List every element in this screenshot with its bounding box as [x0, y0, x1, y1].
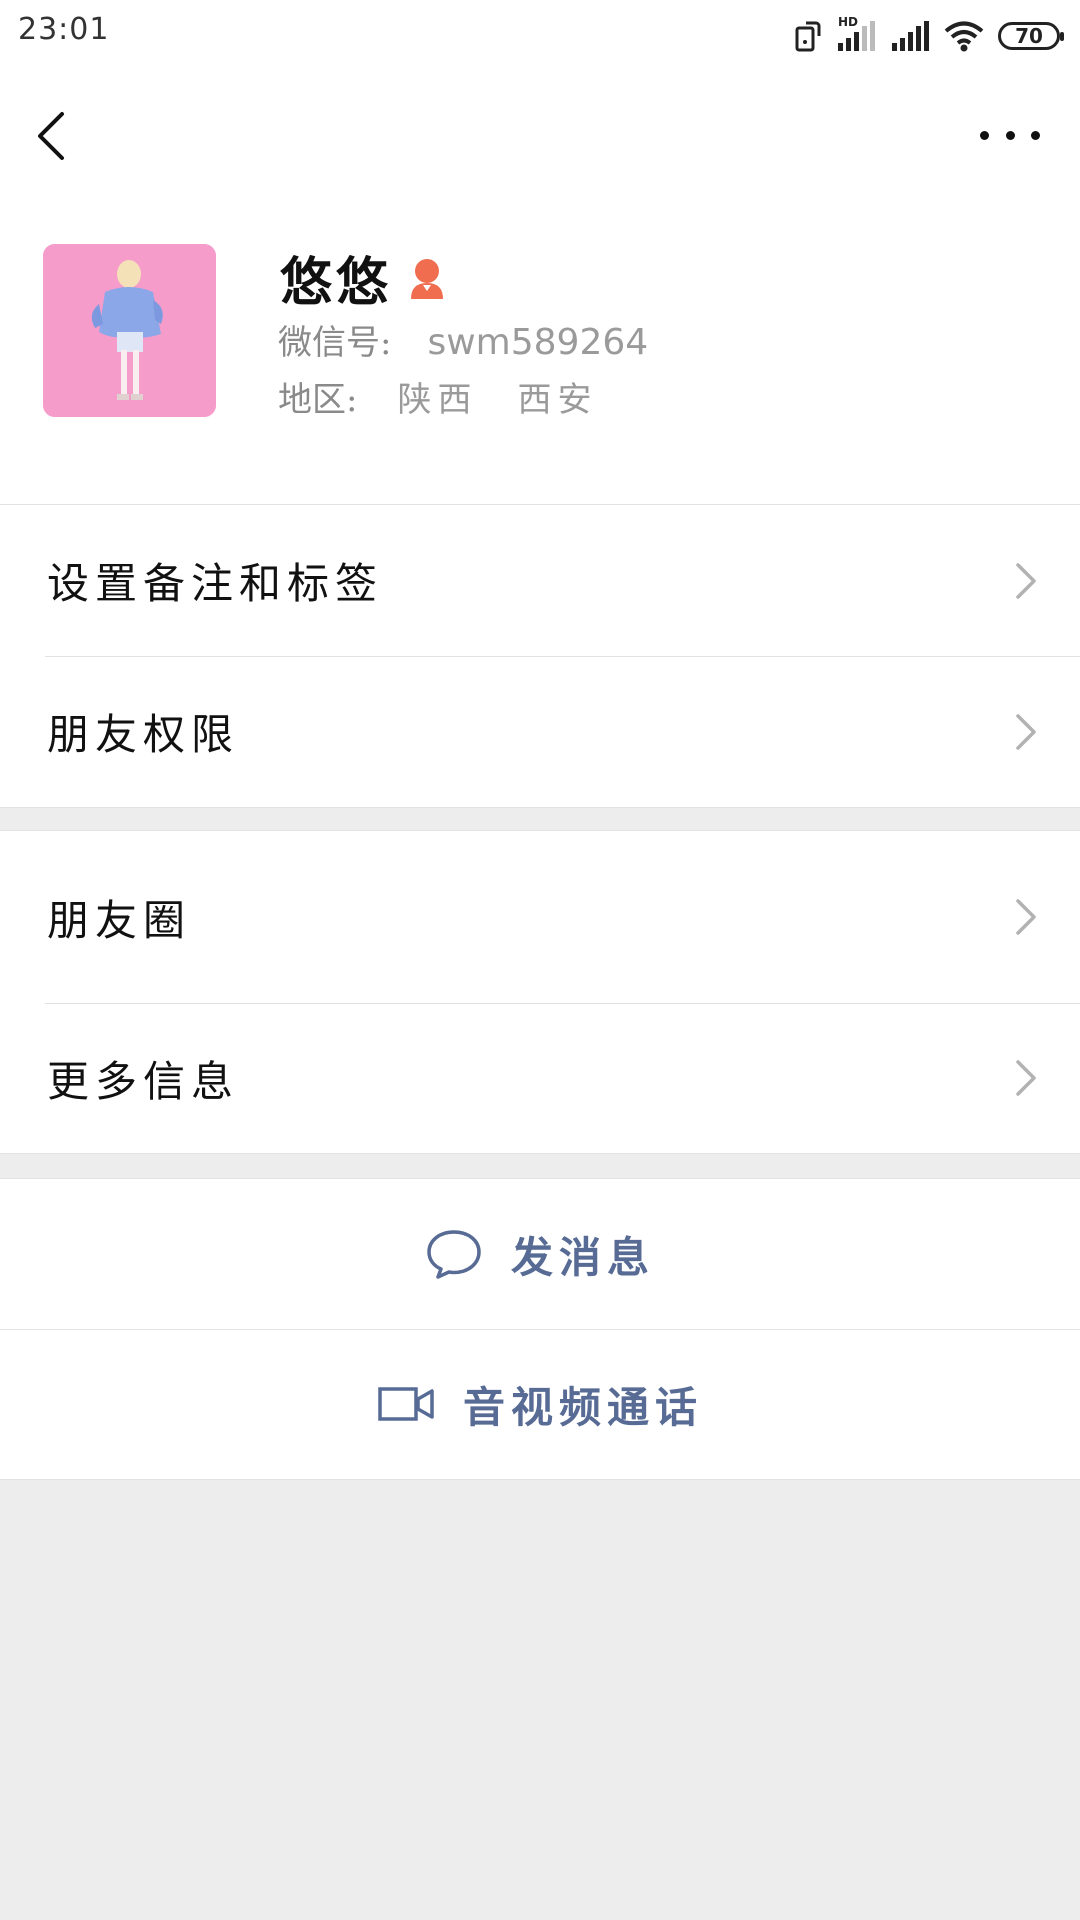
female-icon	[411, 259, 444, 299]
video-camera-icon	[378, 1387, 434, 1421]
status-bar: 23:01 HD 70	[0, 0, 1080, 70]
video-call-label: 音视频通话	[462, 1382, 703, 1432]
set-remark-and-tags-row[interactable]: 设置备注和标签	[0, 505, 1080, 656]
more-info-row[interactable]: 更多信息	[0, 1003, 1080, 1153]
info-group: 朋友圈 更多信息	[0, 830, 1080, 1154]
moments-row[interactable]: 朋友圈	[0, 831, 1080, 1003]
send-message-label: 发消息	[510, 1232, 655, 1282]
settings-group: 设置备注和标签 朋友权限	[0, 504, 1080, 808]
wechat-id-label: 微信号:	[278, 323, 392, 363]
avatar-illustration	[43, 244, 216, 417]
region-city: 西安	[517, 380, 598, 420]
profile-header: 悠悠 微信号: swm589264 地区: 陕西 西安	[0, 70, 1080, 504]
chevron-right-icon	[1016, 713, 1036, 750]
chat-bubble-icon	[427, 1230, 481, 1279]
avatar[interactable]	[43, 244, 216, 417]
send-message-button[interactable]: 发消息	[0, 1179, 1080, 1329]
profile-name: 悠悠	[280, 251, 393, 313]
status-icons: HD 70	[794, 15, 1064, 56]
row-label: 更多信息	[47, 1056, 240, 1106]
friend-permissions-row[interactable]: 朋友权限	[0, 656, 1080, 807]
region-line: 地区: 陕西 西安	[278, 372, 597, 421]
network-badge: HD	[838, 15, 859, 29]
chevron-right-icon	[1016, 899, 1036, 935]
profile-name-row: 悠悠	[280, 242, 446, 313]
region-label: 地区:	[278, 380, 358, 420]
more-dot	[1005, 130, 1015, 140]
chevron-right-icon	[1016, 1060, 1036, 1096]
actions-group: 发消息 音视频通话	[0, 1178, 1080, 1480]
row-label: 朋友权限	[47, 710, 240, 759]
back-button[interactable]	[32, 108, 72, 164]
status-time: 23:01	[18, 12, 110, 47]
wechat-id-value: swm589264	[427, 322, 649, 363]
wifi-icon	[944, 21, 984, 52]
signal-icon	[892, 21, 929, 51]
screen-rotate-icon	[795, 21, 821, 52]
more-dot	[980, 130, 989, 140]
chevron-right-icon	[1016, 562, 1036, 599]
more-button[interactable]	[980, 120, 1040, 150]
chevron-left-icon	[38, 112, 64, 160]
wechat-id-line: 微信号: swm589264	[278, 315, 648, 364]
row-label: 朋友圈	[47, 895, 192, 945]
row-label: 设置备注和标签	[47, 559, 384, 608]
region-province: 陕西	[397, 380, 478, 420]
video-call-button[interactable]: 音视频通话	[0, 1329, 1080, 1479]
signal-hd-icon: HD	[836, 15, 876, 53]
battery-icon: 70	[998, 22, 1064, 50]
more-dot	[1031, 130, 1040, 140]
